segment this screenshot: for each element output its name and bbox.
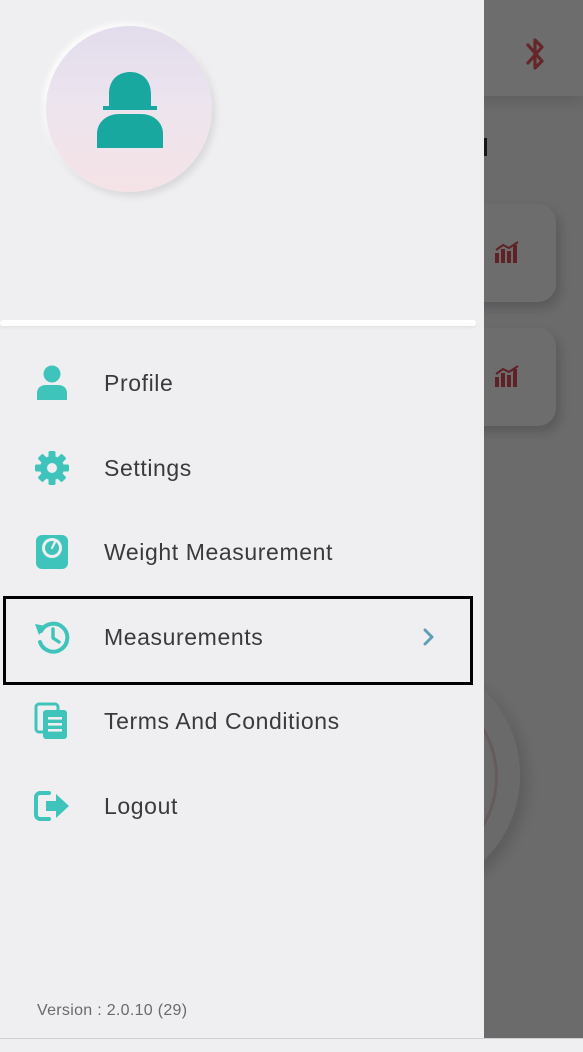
menu-item-label: Settings [104, 454, 192, 481]
menu-item-label: Logout [104, 792, 178, 819]
drawer-header [0, 0, 484, 326]
drawer-menu: Profile Settings Weight Measurement Meas… [0, 342, 484, 849]
menu-item-settings[interactable]: Settings [0, 427, 484, 512]
app-screen: Profile Settings Weight Measurement Meas… [0, 0, 583, 1052]
person-icon [34, 364, 70, 402]
bottom-strip [0, 1038, 583, 1052]
document-icon [34, 702, 70, 740]
user-avatar[interactable] [46, 26, 212, 192]
menu-item-label: Weight Measurement [104, 539, 333, 565]
chevron-right-icon [423, 628, 434, 645]
user-avatar-icon [97, 72, 163, 148]
header-divider [0, 320, 476, 326]
logout-icon [34, 787, 70, 825]
navigation-drawer: Profile Settings Weight Measurement Meas… [0, 0, 484, 1038]
menu-item-measurements[interactable]: Measurements [0, 595, 484, 685]
menu-item-logout[interactable]: Logout [0, 765, 484, 850]
menu-item-profile[interactable]: Profile [0, 342, 484, 427]
app-version: Version : 2.0.10 (29) [37, 1002, 188, 1019]
menu-item-terms-and-conditions[interactable]: Terms And Conditions [0, 680, 484, 765]
menu-item-label: Measurements [104, 623, 264, 650]
menu-item-label: Profile [104, 370, 174, 396]
scale-icon [34, 533, 70, 571]
gear-icon [34, 449, 70, 487]
menu-item-label: Terms And Conditions [104, 708, 340, 734]
menu-item-weight-measurement[interactable]: Weight Measurement [0, 511, 484, 596]
history-icon [34, 618, 70, 656]
